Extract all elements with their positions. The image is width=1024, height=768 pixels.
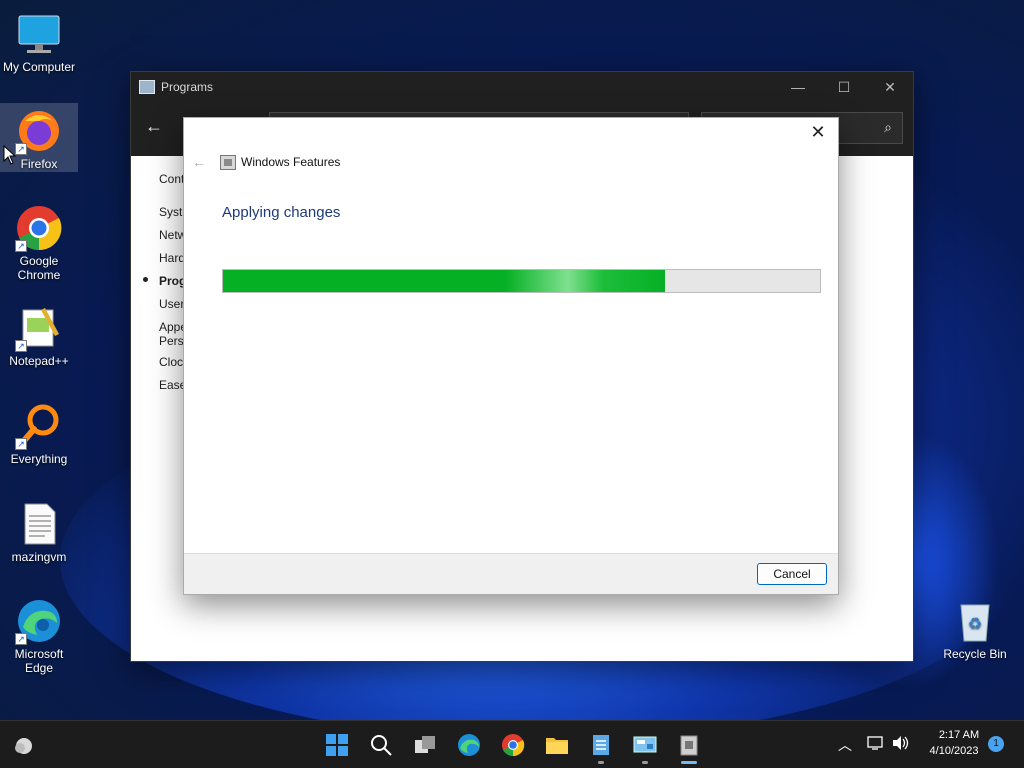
- clock-time[interactable]: 2:17 AM: [924, 729, 994, 741]
- desktop-icon-mazingvm[interactable]: mazingvm: [0, 496, 78, 564]
- sidebar-item[interactable]: Perso: [159, 334, 183, 348]
- minimize-icon[interactable]: —: [775, 79, 821, 95]
- dialog-title: Windows Features: [241, 155, 341, 169]
- network-icon[interactable]: [867, 735, 885, 754]
- running-indicator: [598, 761, 604, 764]
- programs-titlebar[interactable]: Programs — ☐ ✕: [131, 72, 913, 102]
- chevron-up-icon[interactable]: ︿: [838, 735, 852, 755]
- start-icon[interactable]: [325, 733, 349, 757]
- windows-features-dialog: ✕ ← Windows Features Applying changes Ca…: [183, 117, 839, 595]
- desktop-icon-label: mazingvm: [11, 550, 67, 564]
- desktop-icon-label: Microsoft Edge: [14, 647, 64, 675]
- control-panel-icon: [139, 80, 155, 94]
- file-explorer-icon[interactable]: [545, 733, 569, 757]
- task-view-icon[interactable]: [413, 733, 437, 757]
- sidebar-item[interactable]: Ease: [159, 378, 183, 392]
- notepadpp-icon: ↗: [15, 304, 63, 352]
- search-icon: ⌕: [884, 119, 892, 135]
- windows-features-icon[interactable]: [677, 733, 701, 757]
- desktop-icon-everything[interactable]: ↗ Everything: [0, 398, 78, 466]
- notepad-icon[interactable]: [589, 733, 613, 757]
- shortcut-arrow-icon: ↗: [15, 240, 27, 252]
- close-icon[interactable]: ✕: [806, 122, 830, 146]
- recycle-bin-icon: ♻: [951, 597, 999, 645]
- desktop-icon-edge[interactable]: ↗ Microsoft Edge: [0, 593, 78, 675]
- progress-bar: [222, 269, 821, 293]
- sidebar-item[interactable]: Cont: [159, 172, 183, 186]
- desktop-icon-label: Recycle Bin: [943, 647, 1007, 661]
- active-bullet: [143, 277, 148, 282]
- dialog-footer: Cancel: [184, 553, 838, 594]
- volume-icon[interactable]: [892, 735, 910, 754]
- svg-text:♻: ♻: [968, 616, 982, 633]
- edge-icon[interactable]: [457, 733, 481, 757]
- monitor-icon: [15, 10, 63, 58]
- clock-date[interactable]: 4/10/2023: [922, 745, 986, 757]
- running-indicator: [642, 761, 648, 764]
- active-indicator: [681, 761, 697, 764]
- taskbar: ︿ 2:17 AM 4/10/2023: [0, 720, 1024, 768]
- sidebar-item[interactable]: Hard: [159, 251, 183, 265]
- cancel-button[interactable]: Cancel: [757, 563, 827, 585]
- sidebar-item-programs[interactable]: Prog: [159, 274, 183, 288]
- mouse-cursor-icon: [3, 145, 17, 165]
- sidebar-item[interactable]: User: [159, 297, 183, 311]
- sidebar-item[interactable]: Syste: [159, 205, 183, 219]
- weather-icon[interactable]: [12, 733, 36, 757]
- sidebar-item[interactable]: Clock: [159, 355, 183, 369]
- windows-features-icon: [220, 155, 236, 170]
- back-arrow-icon: ←: [192, 154, 206, 170]
- everything-search-icon: ↗: [15, 402, 63, 450]
- search-icon[interactable]: [369, 733, 393, 757]
- progress-fill: [223, 270, 665, 292]
- maximize-icon[interactable]: ☐: [821, 79, 867, 96]
- desktop-icon-label: Notepad++: [9, 354, 69, 368]
- shortcut-arrow-icon: ↗: [15, 633, 27, 645]
- chrome-icon[interactable]: [501, 733, 525, 757]
- desktop-icon-notepadpp[interactable]: ↗ Notepad++: [0, 300, 78, 368]
- shortcut-arrow-icon: ↗: [15, 340, 27, 352]
- dialog-heading: Applying changes: [222, 204, 341, 221]
- desktop-icon-chrome[interactable]: ↗ Google Chrome: [0, 200, 78, 282]
- firefox-icon: ↗: [15, 107, 63, 155]
- window-title: Programs: [161, 80, 214, 94]
- text-file-icon: [15, 500, 63, 548]
- sidebar-item[interactable]: Netw: [159, 228, 183, 242]
- sidebar-item[interactable]: Appe: [159, 320, 183, 334]
- edge-icon: ↗: [15, 597, 63, 645]
- back-arrow-icon[interactable]: ←: [145, 116, 163, 137]
- desktop-icon-my-computer[interactable]: My Computer: [0, 6, 78, 74]
- close-icon[interactable]: ✕: [867, 79, 913, 96]
- notification-badge[interactable]: 1: [988, 736, 1004, 752]
- desktop-icon-label: Google Chrome: [17, 254, 61, 282]
- desktop-icon-label: Everything: [10, 452, 68, 466]
- shortcut-arrow-icon: ↗: [15, 438, 27, 450]
- desktop-icon-recycle-bin[interactable]: ♻ Recycle Bin: [936, 593, 1014, 661]
- control-panel-icon[interactable]: [633, 733, 657, 757]
- chrome-icon: ↗: [15, 204, 63, 252]
- desktop-icon-label: My Computer: [2, 60, 76, 74]
